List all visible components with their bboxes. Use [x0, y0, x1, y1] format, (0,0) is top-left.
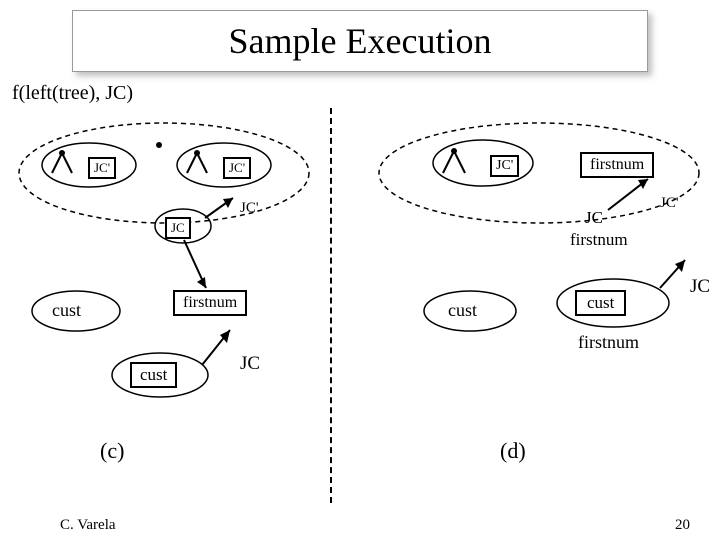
- cust-box-left-2: cust: [130, 362, 177, 388]
- jc-prime-box-2: JC': [223, 157, 251, 179]
- firstnum-arrow-left: [174, 240, 224, 292]
- cust-label-right-1: cust: [448, 300, 477, 321]
- footer-page: 20: [675, 517, 690, 534]
- jc-label-right-2: JC: [690, 276, 710, 298]
- jc-prime-box-1: JC': [88, 157, 116, 179]
- subfig-d: (d): [500, 438, 526, 464]
- slide-title: Sample Execution: [72, 10, 648, 72]
- expression-text: f(left(tree), JC): [12, 82, 133, 105]
- firstnum-box-right-top: firstnum: [580, 152, 654, 178]
- jc-label-left-bottom: JC: [240, 353, 260, 375]
- jc-prime-box-right: JC': [490, 155, 519, 177]
- footer-author: C. Varela: [60, 517, 116, 534]
- cust-box-right-2: cust: [575, 290, 626, 316]
- cust-ellipse-left-1: [28, 288, 148, 348]
- firstnum-label-right-2: firstnum: [578, 332, 639, 353]
- firstnum-box-left: firstnum: [173, 290, 247, 316]
- cust-ellipse-right-1: [420, 288, 540, 343]
- firstnum-label-right-1: firstnum: [570, 230, 628, 250]
- jc-box-left: JC: [165, 217, 191, 239]
- jc-label-right-1: JC: [585, 208, 603, 228]
- subfig-c: (c): [100, 438, 124, 464]
- vertical-divider: [330, 108, 332, 503]
- lone-dot: [154, 140, 164, 150]
- jc-prime-label-left: JC': [240, 200, 259, 217]
- jc-prime-label-right: JC': [660, 195, 679, 212]
- cust-label-left-1: cust: [52, 300, 81, 321]
- slide-title-text: Sample Execution: [229, 20, 492, 62]
